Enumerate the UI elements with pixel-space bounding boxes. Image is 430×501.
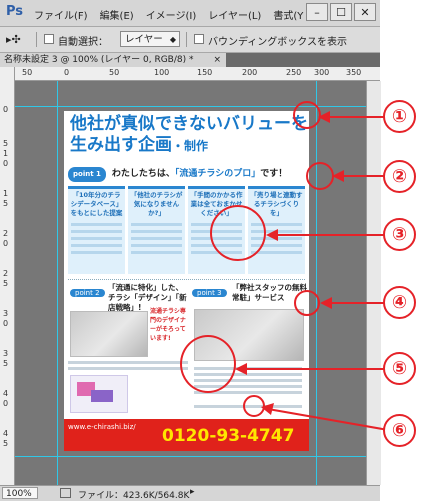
arrow-head bbox=[318, 111, 330, 123]
callout-arrows bbox=[235, 111, 389, 431]
arrow-head bbox=[235, 363, 247, 375]
callout-2: ② bbox=[383, 160, 416, 193]
arrow-head bbox=[266, 229, 278, 241]
callout-4: ④ bbox=[383, 286, 416, 319]
arrow-head bbox=[261, 403, 274, 415]
arrow-head bbox=[332, 170, 344, 182]
callout-6: ⑥ bbox=[383, 414, 416, 447]
callout-3: ③ bbox=[383, 218, 416, 251]
arrow-head bbox=[320, 297, 332, 309]
arrow-line bbox=[267, 408, 389, 431]
callout-1: ① bbox=[383, 100, 416, 133]
callout-5: ⑤ bbox=[383, 352, 416, 385]
